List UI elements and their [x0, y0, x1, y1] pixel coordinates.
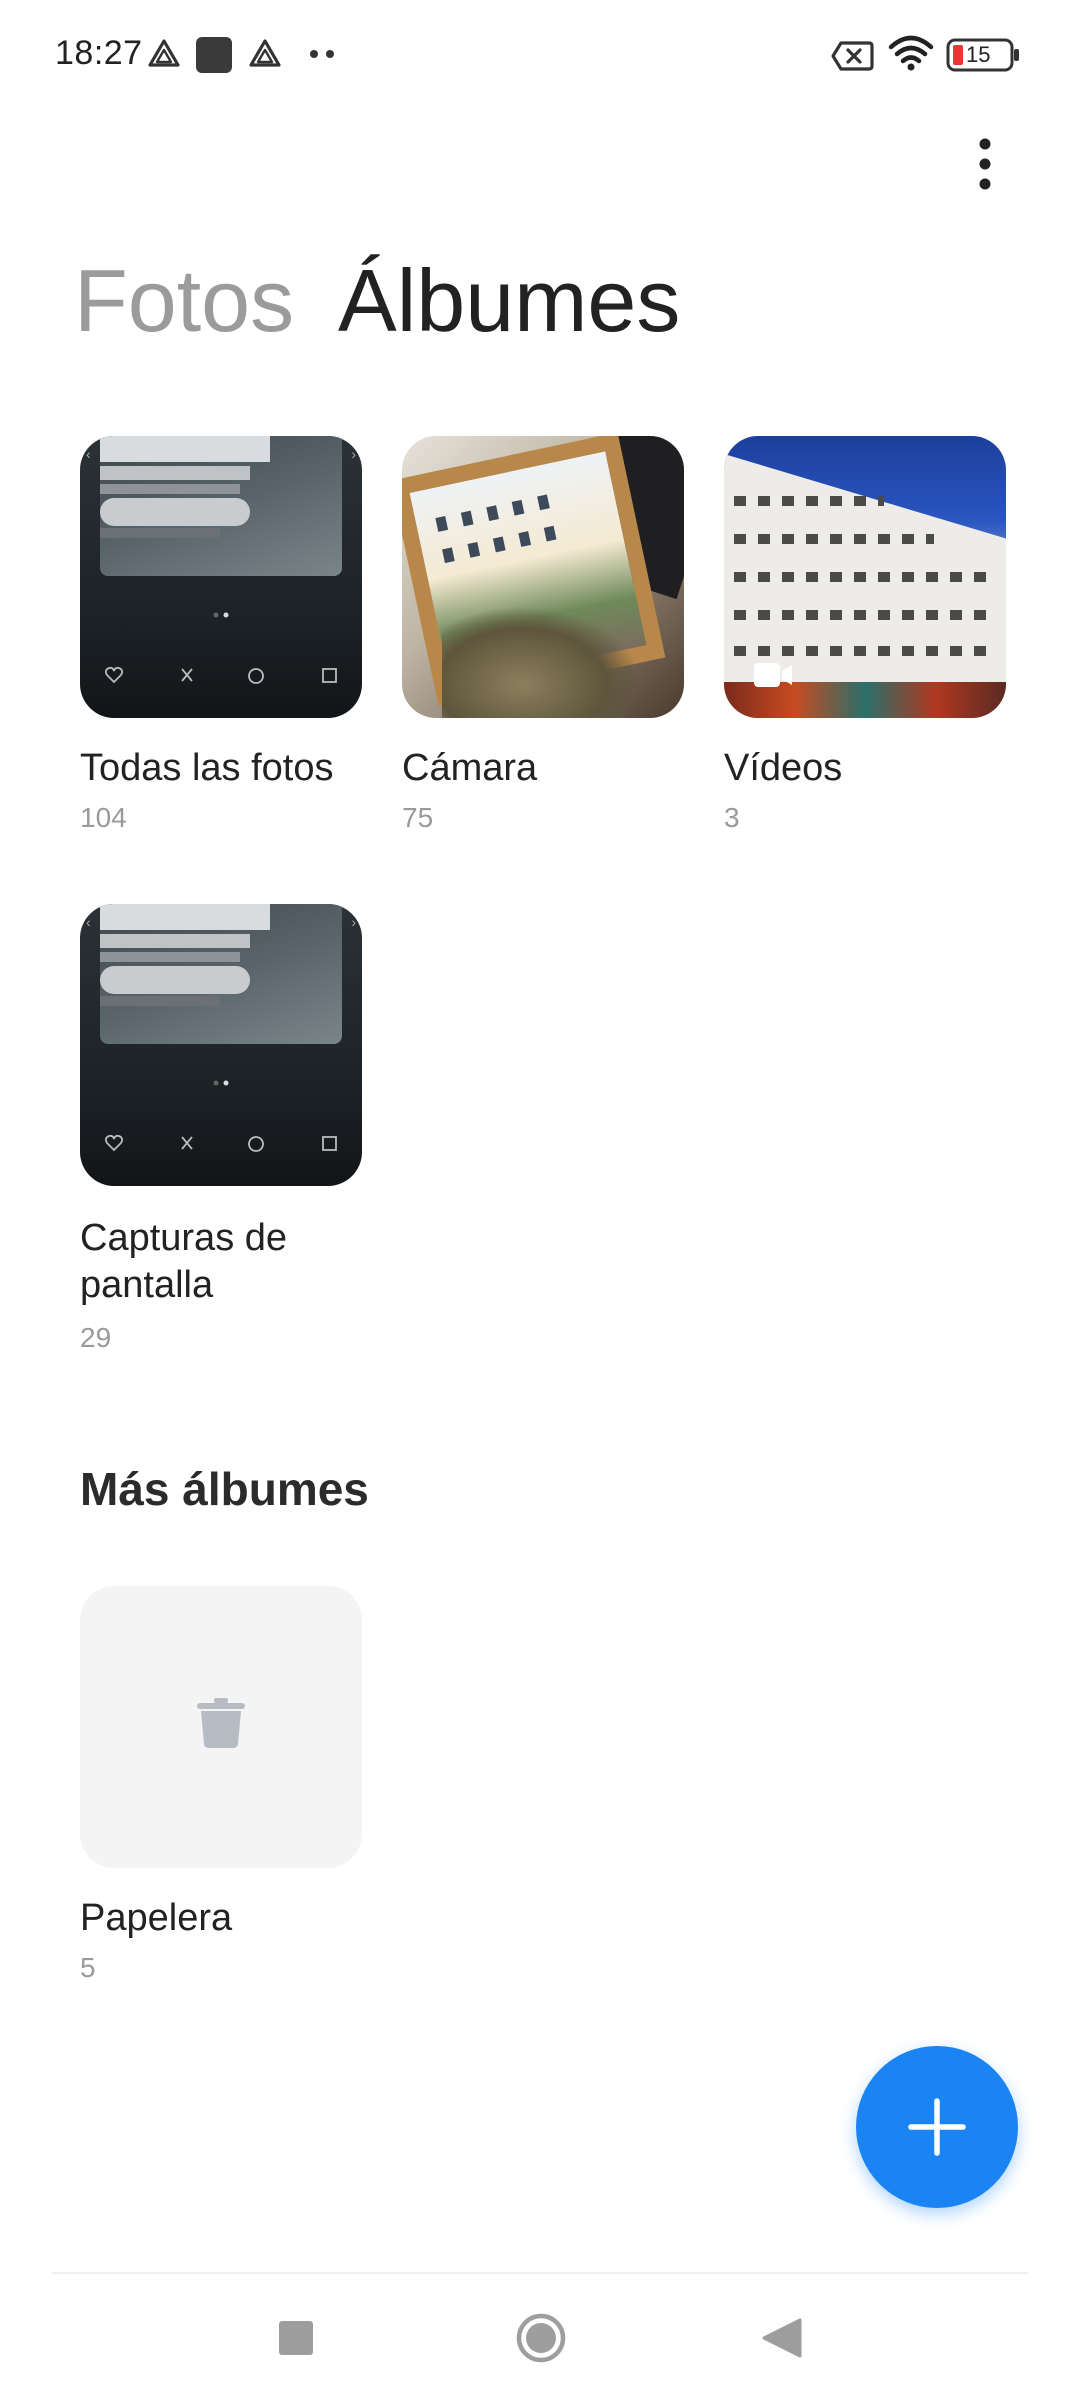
album-title-line2: pantalla [80, 1264, 214, 1306]
more-vertical-icon [979, 138, 991, 190]
album-count: 104 [80, 802, 127, 833]
album-count: 75 [402, 802, 434, 833]
drive-icon [249, 39, 281, 67]
building-image [100, 904, 270, 1006]
no-sim-icon [831, 41, 874, 71]
tab-albums[interactable]: Álbumes [338, 250, 680, 352]
album-title: Todas las fotos [80, 747, 334, 789]
battery-level: 15 [966, 42, 991, 67]
trash-icon [197, 1698, 245, 1748]
album-count: 5 [80, 1952, 96, 1983]
add-album-button[interactable] [856, 2046, 1018, 2208]
album-title: Cámara [402, 747, 538, 789]
album-thumbnail [724, 436, 1006, 718]
nav-divider [52, 2272, 1028, 2274]
more-notifications-icon [310, 50, 334, 58]
album-thumbnail: ‹ › [80, 904, 362, 1186]
wifi-icon [888, 35, 934, 71]
back-button[interactable] [732, 2300, 832, 2380]
more-options-button[interactable] [960, 132, 1010, 196]
recent-apps-button[interactable] [246, 2300, 346, 2380]
video-icon [754, 663, 792, 687]
album-videos[interactable]: Vídeos 3 [724, 436, 1006, 836]
home-icon [516, 2313, 566, 2363]
section-title-more-albums: Más álbumes [80, 1463, 369, 1515]
album-title-line1: Capturas de [80, 1217, 288, 1259]
album-trash[interactable]: Papelera 5 [80, 1586, 362, 1986]
drive-icon [148, 39, 180, 67]
tab-photos[interactable]: Fotos [74, 250, 294, 352]
album-thumbnail [80, 1586, 362, 1868]
album-thumbnail [402, 436, 684, 718]
back-icon [762, 2318, 802, 2358]
album-title: Vídeos [724, 747, 843, 789]
album-camera[interactable]: Cámara 75 [402, 436, 684, 836]
album-screenshots[interactable]: ‹ › Capturas de pantalla 29 [80, 904, 362, 1364]
app-square-icon [196, 37, 232, 73]
album-count: 3 [724, 802, 740, 833]
album-count: 29 [80, 1322, 112, 1353]
album-title: Papelera [80, 1897, 233, 1939]
recent-apps-icon [279, 2321, 313, 2355]
status-time: 18:27 [55, 34, 143, 72]
home-button[interactable] [491, 2300, 591, 2380]
building-image [100, 436, 270, 538]
album-thumbnail: ‹ › [80, 436, 362, 718]
status-bar: 18:27 15 [0, 0, 1080, 110]
album-all-photos[interactable]: ‹ › Todas las fotos 104 [80, 436, 362, 836]
plus-icon [908, 2098, 966, 2156]
